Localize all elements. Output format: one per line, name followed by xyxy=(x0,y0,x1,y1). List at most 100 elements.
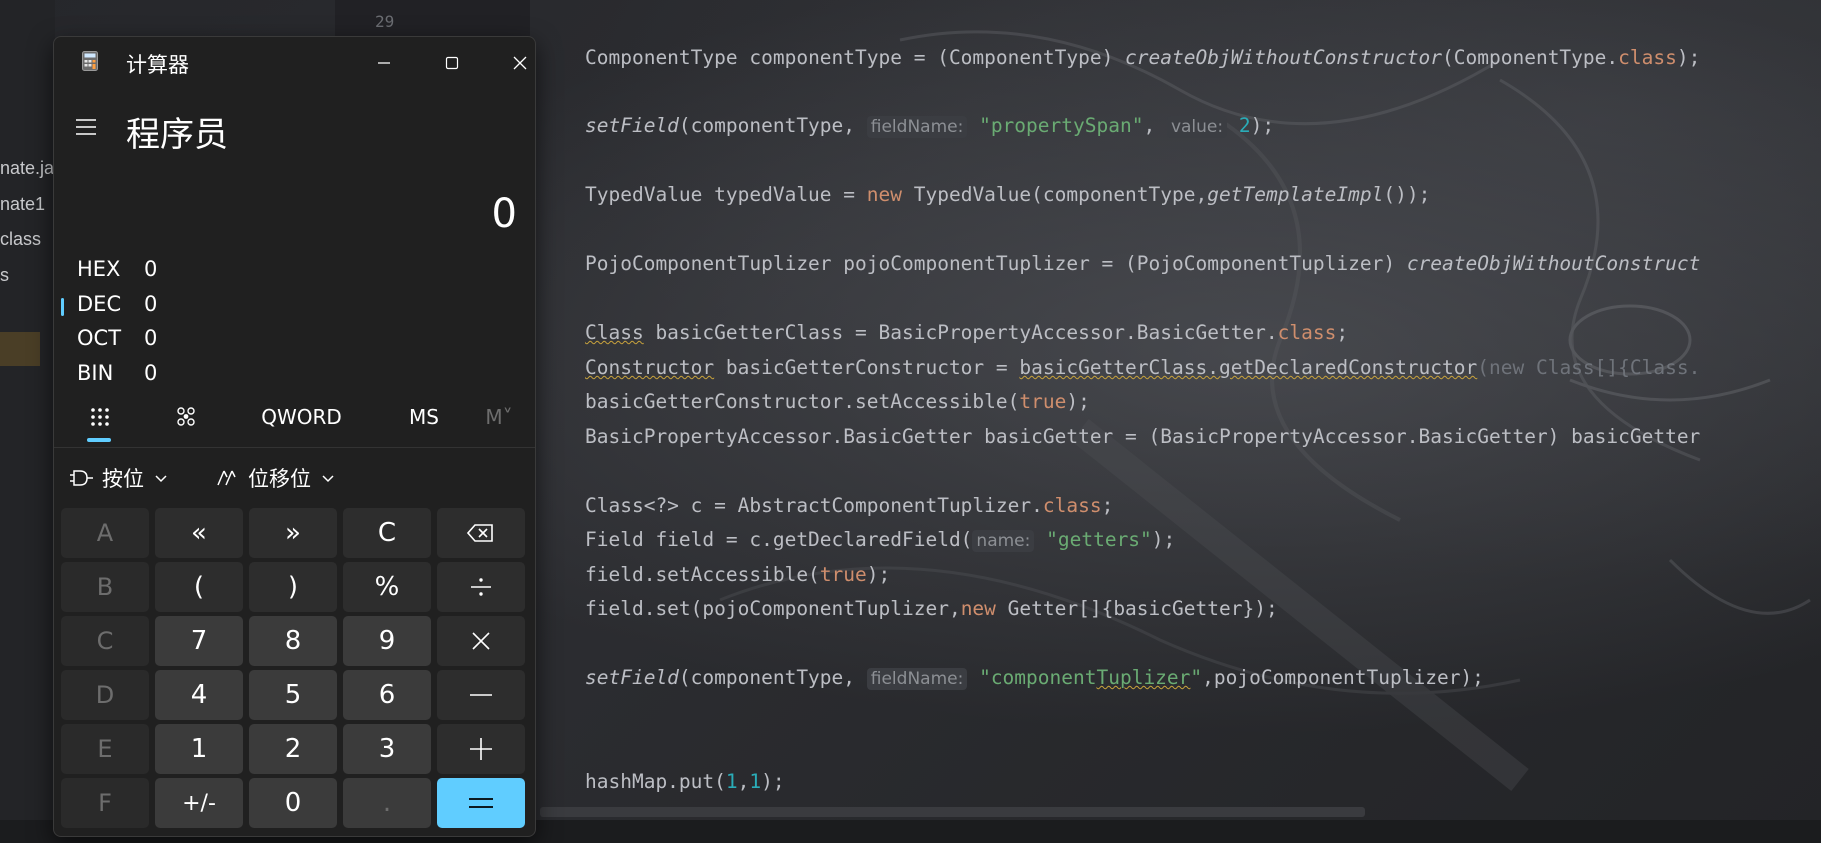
key-6[interactable]: 6 xyxy=(343,670,431,720)
code-line: PojoComponentTuplizer pojoComponentTupli… xyxy=(585,252,1701,275)
key-percent[interactable]: % xyxy=(343,562,431,612)
divide-icon xyxy=(471,578,491,596)
key-left-shift[interactable]: « xyxy=(155,508,243,558)
bitwise-operations-row: 按位 位移位 xyxy=(54,459,535,499)
key-e[interactable]: E xyxy=(61,724,149,774)
project-tree-panel: nate.ja nate1 class s xyxy=(0,0,55,843)
base-label: HEX xyxy=(77,257,121,281)
project-tree-item[interactable]: class xyxy=(0,229,41,250)
close-icon xyxy=(513,56,527,70)
project-tree-item[interactable]: nate1 xyxy=(0,194,45,215)
code-line: setField(componentType, fieldName: "prop… xyxy=(585,114,1275,138)
bit-toggle-keypad-tab[interactable] xyxy=(162,395,210,439)
calculator-app-icon xyxy=(82,51,98,71)
key-b[interactable]: B xyxy=(61,562,149,612)
full-keypad-tab[interactable] xyxy=(76,395,124,439)
key-left-paren[interactable]: ( xyxy=(155,562,243,612)
multiply-icon xyxy=(472,632,490,650)
code-line: Class<?> c = AbstractComponentTuplizer.c… xyxy=(585,494,1114,517)
base-row-bin[interactable]: BIN 0 xyxy=(54,357,535,391)
code-line: Field field = c.getDeclaredField(name: "… xyxy=(585,528,1176,552)
backspace-icon xyxy=(467,524,493,542)
bit-shift-label: 位移位 xyxy=(248,467,311,491)
key-1[interactable]: 1 xyxy=(155,724,243,774)
active-tab-indicator xyxy=(87,438,111,442)
selected-base-indicator xyxy=(61,298,64,316)
keypad-grid-icon xyxy=(91,408,109,426)
inlay-hint: value: xyxy=(1166,116,1228,138)
key-divide[interactable] xyxy=(437,562,525,612)
key-multiply[interactable] xyxy=(437,616,525,666)
base-label: OCT xyxy=(77,326,122,350)
code-line: BasicPropertyAccessor.BasicGetter basicG… xyxy=(585,425,1701,448)
maximize-button[interactable] xyxy=(422,43,482,83)
code-line: hashMap.put(1,1); xyxy=(585,770,785,793)
code-line: setField(componentType, fieldName: "comp… xyxy=(585,666,1484,690)
key-9[interactable]: 9 xyxy=(343,616,431,666)
base-row-hex[interactable]: HEX 0 xyxy=(54,253,535,287)
key-3[interactable]: 3 xyxy=(343,724,431,774)
result-display: 0 xyxy=(491,191,517,237)
navigation-menu-button[interactable] xyxy=(74,115,98,139)
word-size-button[interactable]: QWORD xyxy=(249,395,354,439)
close-button[interactable] xyxy=(490,43,535,83)
logic-gate-icon xyxy=(70,470,93,486)
base-label: BIN xyxy=(77,361,114,385)
base-row-oct[interactable]: OCT 0 xyxy=(54,322,535,356)
minimize-icon xyxy=(378,62,390,64)
window-title: 计算器 xyxy=(126,53,189,77)
key-a[interactable]: A xyxy=(61,508,149,558)
key-7[interactable]: 7 xyxy=(155,616,243,666)
calculator-window: 计算器 程序员 0 HEX 0 DEC 0 OCT 0 BIN 0 QWORD … xyxy=(53,36,536,837)
key-right-shift[interactable]: » xyxy=(249,508,337,558)
code-line: field.set(pojoComponentTuplizer,new Gett… xyxy=(585,597,1278,620)
maximize-icon xyxy=(445,56,459,70)
key-backspace[interactable] xyxy=(437,508,525,558)
equals-icon xyxy=(469,798,493,808)
chevron-down-icon xyxy=(322,475,334,483)
project-tree-item[interactable]: nate.ja xyxy=(0,158,54,179)
bitwise-dropdown[interactable]: 按位 xyxy=(70,459,168,497)
line-number: 29 xyxy=(375,12,395,31)
mode-header: 程序员 xyxy=(54,105,535,155)
bit-toggle-icon xyxy=(177,407,195,426)
key-f[interactable]: F xyxy=(61,778,149,828)
key-d[interactable]: D xyxy=(61,670,149,720)
base-row-dec[interactable]: DEC 0 xyxy=(54,288,535,322)
memory-dropdown-button[interactable]: M˅ xyxy=(469,395,529,439)
bitwise-label: 按位 xyxy=(102,467,144,491)
programmer-toolbar: QWORD MS M˅ xyxy=(54,395,535,445)
base-label: DEC xyxy=(77,292,122,316)
key-subtract[interactable] xyxy=(437,670,525,720)
inlay-hint: fieldName: xyxy=(866,668,968,690)
hamburger-menu-icon xyxy=(76,119,96,135)
key-2[interactable]: 2 xyxy=(249,724,337,774)
inlay-hint: name: xyxy=(972,530,1035,552)
chevron-down-icon xyxy=(155,475,167,483)
key-c-hex[interactable]: C xyxy=(61,616,149,666)
minimize-button[interactable] xyxy=(354,43,414,83)
memory-store-button[interactable]: MS xyxy=(384,395,464,439)
horizontal-scrollbar[interactable] xyxy=(540,807,1365,817)
key-clear[interactable]: C xyxy=(343,508,431,558)
bit-shift-dropdown[interactable]: 位移位 xyxy=(214,459,335,497)
key-5[interactable]: 5 xyxy=(249,670,337,720)
base-value: 0 xyxy=(144,257,158,281)
key-right-paren[interactable]: ) xyxy=(249,562,337,612)
divider xyxy=(54,447,535,448)
key-0[interactable]: 0 xyxy=(249,778,337,828)
code-line: field.setAccessible(true); xyxy=(585,563,891,586)
mode-title: 程序员 xyxy=(126,115,228,155)
key-4[interactable]: 4 xyxy=(155,670,243,720)
title-bar[interactable]: 计算器 xyxy=(54,37,535,87)
code-editor[interactable]: ComponentType componentType = (Component… xyxy=(585,0,1821,820)
key-decimal[interactable]: . xyxy=(343,778,431,828)
inlay-hint: fieldName: xyxy=(866,116,968,138)
project-tree-item[interactable]: s xyxy=(0,265,9,286)
key-add[interactable] xyxy=(437,724,525,774)
code-line: Constructor basicGetterConstructor = bas… xyxy=(585,356,1701,379)
code-line: ComponentType componentType = (Component… xyxy=(585,46,1701,69)
key-negate[interactable]: +/- xyxy=(155,778,243,828)
key-8[interactable]: 8 xyxy=(249,616,337,666)
key-equals[interactable] xyxy=(437,778,525,828)
